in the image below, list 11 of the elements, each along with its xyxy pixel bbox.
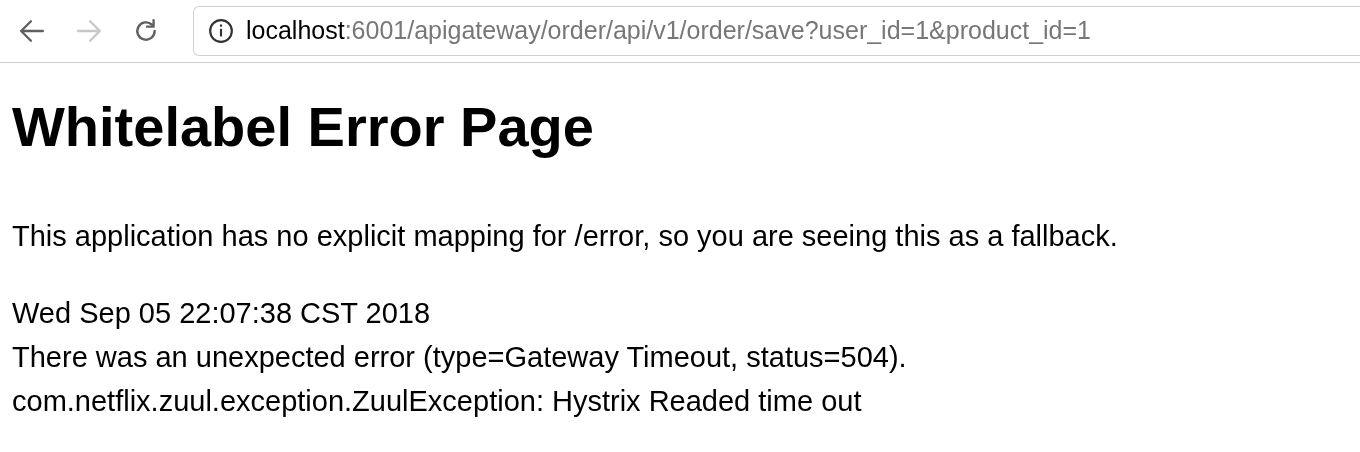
url-text: localhost:6001/apigateway/order/api/v1/order/save?user_id=1&product_id=1 [246, 15, 1091, 47]
error-detail: com.netflix.zuul.exception.ZuulException: Hystrix Readed time out [12, 383, 863, 419]
reload-icon [133, 18, 159, 44]
back-arrow-icon [19, 18, 45, 44]
error-message: This application has no explicit mapping for /error, so you are seeing this as a fallback. [12, 219, 1119, 255]
forward-arrow-icon [76, 18, 102, 44]
address-bar[interactable]: localhost:6001/apigateway/order/api/v1/order/save?user_id=1&product_id=1 [193, 6, 1360, 56]
error-detail: Wed Sep 05 22:07:38 CST 2018 [12, 295, 432, 331]
error-detail: There was an unexpected error (type=Gateway Timeout, status=504). [12, 339, 908, 375]
info-icon [208, 18, 234, 44]
page-heading: Whitelabel Error Page [12, 94, 595, 160]
